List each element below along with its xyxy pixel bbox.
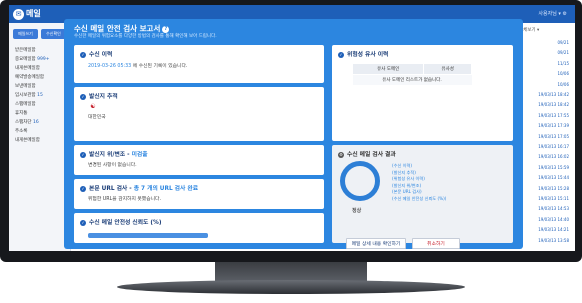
mail-date: 19/03/13 17:55: [538, 112, 569, 118]
result-items: (수신 이력) (발신지 추적) (위험성 유사 이력) (발신지 위/변조) (본문 …: [392, 163, 446, 203]
logo-text: 메일: [26, 9, 41, 18]
mail-date: 19/03/13 18:42: [538, 102, 569, 108]
help-icon[interactable]: ?: [162, 25, 170, 33]
mail-date: 19/03/13 18:42: [538, 92, 569, 97]
gear-icon: ⚙: [338, 151, 344, 158]
sidebar-folder-item[interactable]: 받은메일함: [9, 45, 70, 54]
reliability-bar: [88, 233, 208, 238]
mail-date: 19/03/13 14:40: [538, 216, 569, 222]
reliability-card: ✓ 수신 메일 안전성 신뢰도 (%): [74, 213, 324, 243]
monitor-stand-base: [117, 280, 465, 294]
mail-sidebar: 메일쓰기 수신확인 받은메일함 중요메일함 999+ 내게쓴메일함 예약발송메일함…: [9, 23, 71, 251]
app-logo: ✉ 메일: [13, 8, 41, 20]
mail-date: 19/03/13 14:53: [538, 206, 569, 212]
check-icon: ✓: [80, 93, 86, 100]
similar-history-card: ✓ 위험성 유사 이력 유사 도메인 유사성 유사 도메인 리스트가 없습니다.: [332, 45, 513, 141]
sender-check-card: ✓ 발신지 위/변조 - 미검출 변경된 사항이 없습니다.: [74, 145, 324, 175]
receive-history-card: ✓ 수신 이력 2019-03-26 05:33 에 수신된 기록이 있습니다.: [74, 45, 324, 83]
result-title: ⚙ 수신 메일 검사 결과: [338, 151, 396, 158]
similar-domain-table: 유사 도메인 유사성 유사 도메인 리스트가 없습니다.: [351, 63, 472, 85]
sender-check-text: 변경된 사항이 없습니다.: [88, 163, 137, 168]
reliability-bar-fill: [88, 233, 208, 238]
result-item: (본문 URL 검사): [392, 189, 422, 195]
url-check-card: ✓ 본문 URL 검사 - 총 7 개의 URL 검사 완료 위험한 URL을 감…: [74, 179, 324, 209]
origin-title: ✓ 발신지 추적: [80, 93, 118, 100]
check-icon: ✓: [80, 51, 86, 58]
sidebar-folder-item[interactable]: 스팸차단 16: [9, 117, 70, 126]
result-item: (수신 메일 안전성 신뢰도 (%)): [392, 195, 447, 201]
safety-report-modal: 수신 메일 안전 검사 보고서? 수신한 메일의 위험요소를 다양한 방법의 검…: [64, 19, 523, 249]
mail-detail-button[interactable]: 메일 상세 내용 확인하기: [346, 238, 406, 249]
list-filter[interactable]: 전체보기 ▾: [515, 23, 575, 37]
mail-date: 19/03/13 17:39: [538, 123, 569, 129]
compose-button[interactable]: 메일쓰기: [13, 29, 38, 39]
sender-check-title: ✓ 발신지 위/변조 - 미검출: [80, 151, 148, 158]
monitor-screen: ✉ 메일 사용자님 ▾ ⚙ 메일쓰기 수신확인 받은메일함 중요메일함 999+ 내…: [9, 5, 575, 251]
result-item: (수신 이력): [392, 163, 413, 168]
mail-date: 09/21: [557, 50, 569, 56]
sidebar-folder-item[interactable]: 내게쓴메일함: [9, 135, 70, 144]
mail-date: 09/21: [557, 40, 569, 45]
mail-date: 19/03/13 14:21: [538, 227, 569, 233]
mail-date: 19/03/13 15:11: [538, 196, 569, 201]
sidebar-folder-item[interactable]: 임시보관함 15: [9, 90, 70, 99]
mail-date: 10/06: [557, 81, 569, 87]
similar-history-title: ✓ 위험성 유사 이력: [338, 51, 389, 58]
mail-date: 19/03/13 15:59: [538, 164, 569, 170]
korea-flag-icon: ☯: [90, 103, 96, 110]
result-status: 정상: [352, 208, 362, 214]
empty-message: 유사 도메인 리스트가 없습니다.: [352, 74, 472, 85]
origin-card: ✓ 발신지 추적 ☯ 대한민국: [74, 87, 324, 141]
sidebar-folder-item[interactable]: 스팸메일함: [9, 99, 70, 108]
mail-date: 19/03/13 16:02: [538, 154, 569, 160]
result-item: (위험성 유사 이력): [392, 176, 425, 182]
mail-date: 19/03/13 16:17: [538, 144, 569, 149]
sidebar-folder-item[interactable]: 보낸메일함: [9, 81, 70, 90]
sidebar-folder-item[interactable]: 내게쓴메일함: [9, 63, 70, 72]
sidebar-folder-item[interactable]: 중요메일함 999+: [9, 54, 70, 63]
user-menu[interactable]: 사용자님 ▾ ⚙: [538, 10, 567, 17]
reliability-title: ✓ 수신 메일 안전성 신뢰도 (%): [80, 219, 162, 226]
url-check-title: ✓ 본문 URL 검사 - 총 7 개의 URL 검사 완료: [80, 185, 199, 192]
monitor-stage: ✉ 메일 사용자님 ▾ ⚙ 메일쓰기 수신확인 받은메일함 중요메일함 999+ 내…: [0, 0, 582, 303]
receive-history-title: ✓ 수신 이력: [80, 51, 113, 58]
sidebar-folder-list: 받은메일함 중요메일함 999+ 내게쓴메일함 예약발송메일함 보낸메일함 임시보…: [9, 45, 70, 144]
sidebar-folder-item[interactable]: 예약발송메일함: [9, 72, 70, 81]
check-icon: ✓: [80, 219, 86, 226]
check-icon: ✓: [80, 185, 86, 192]
modal-subtitle: 수신한 메일의 위험요소를 다양한 방법의 검사를 통해 확인해 보아 드립니다…: [74, 34, 217, 39]
column-header: 유사 도메인: [351, 63, 425, 75]
mail-date: 19/03/13 17:05: [538, 133, 569, 139]
url-check-text: 위험한 URL을 감지하지 못했습니다.: [88, 197, 161, 202]
monitor-stand-neck: [215, 262, 367, 282]
receive-history-text: 2019-03-26 05:33 에 수신된 기록이 있습니다.: [88, 64, 188, 69]
column-header: 유사성: [423, 63, 472, 75]
logo-icon: ✉: [13, 9, 24, 20]
check-icon: ✓: [338, 51, 344, 58]
result-ring: [340, 161, 380, 201]
result-card: ⚙ 수신 메일 검사 결과 정상 (수신 이력) (발신지 추적) (위험성 유사 이…: [332, 145, 513, 249]
mail-date: 19/03/13 13:58: [538, 237, 569, 243]
receive-date: 2019-03-26 05:33: [88, 64, 132, 69]
cancel-button[interactable]: 취소하기: [412, 238, 460, 249]
origin-country: 대한민국: [88, 115, 106, 120]
sidebar-folder-item[interactable]: 휴지통: [9, 108, 70, 117]
mail-date: 19/03/13 15:28: [538, 185, 569, 191]
check-icon: ✓: [80, 151, 86, 158]
sidebar-folder-item[interactable]: 주소록: [9, 126, 70, 135]
mail-date: 11/15: [557, 60, 569, 66]
mail-date: 10/06: [557, 71, 569, 77]
mail-date: 19/03/13 15:44: [538, 175, 569, 181]
receipt-check-button[interactable]: 수신확인: [41, 29, 66, 39]
